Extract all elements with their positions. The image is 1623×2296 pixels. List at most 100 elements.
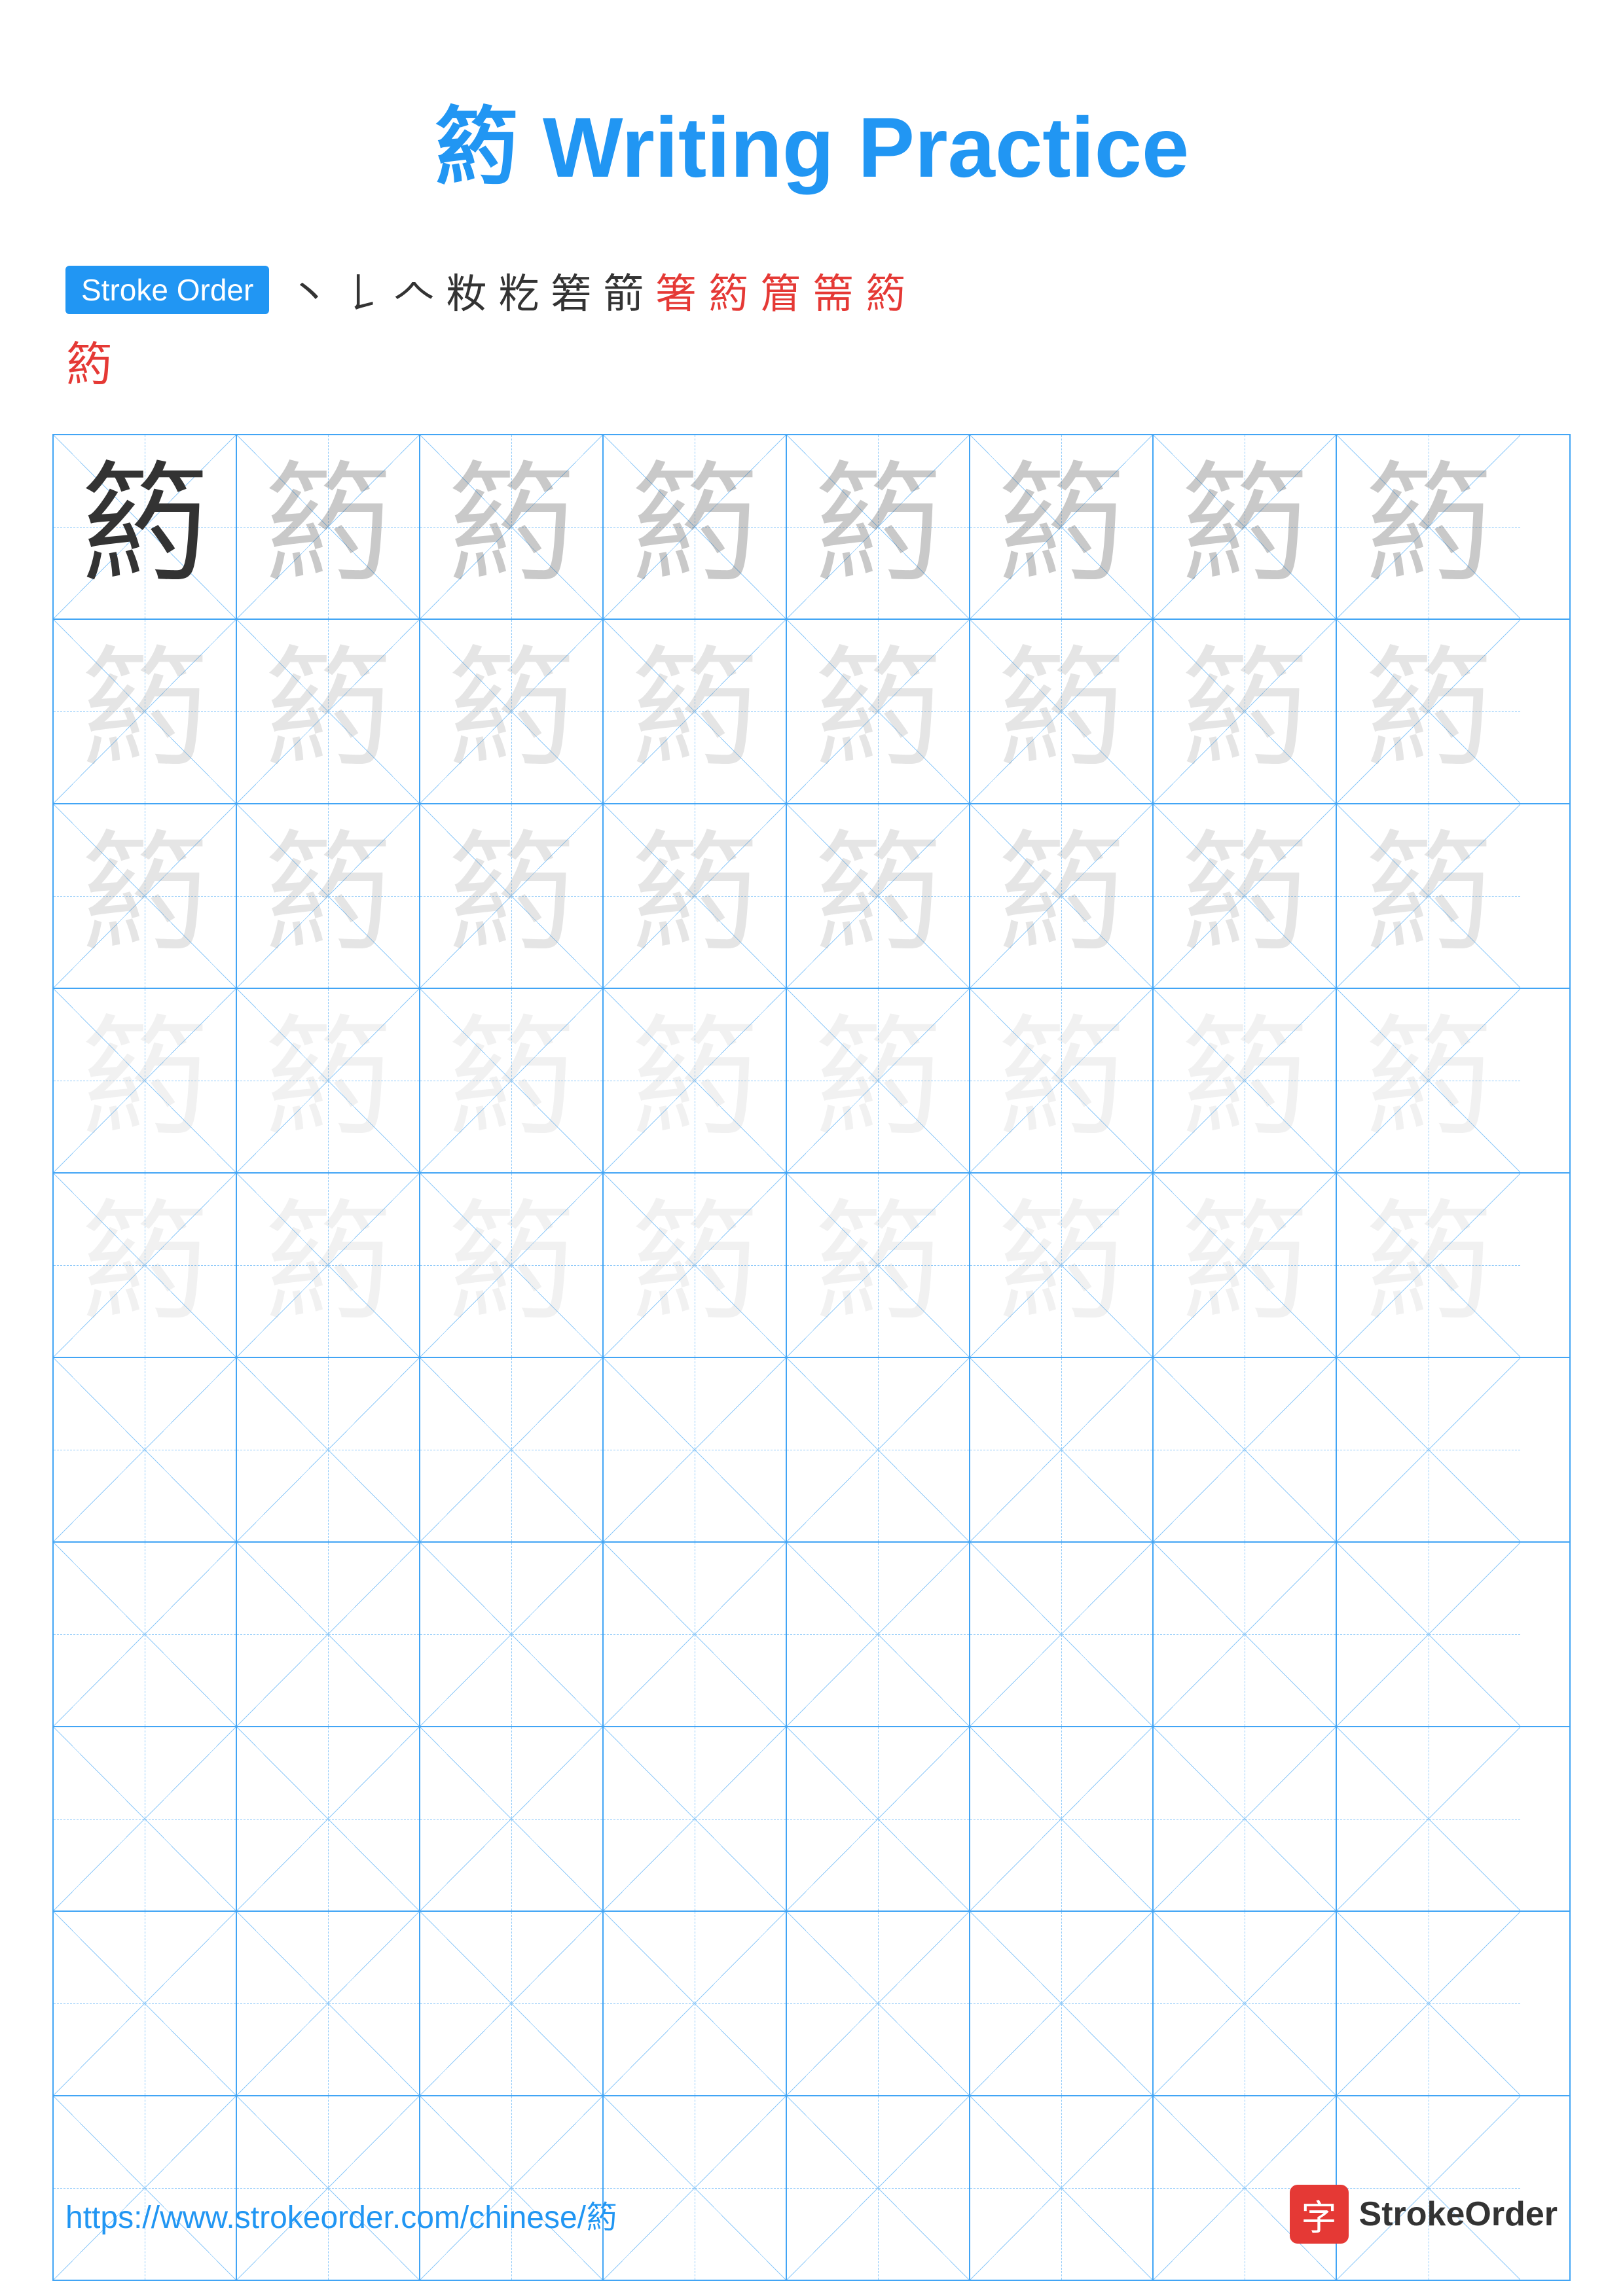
logo-icon: 字 bbox=[1290, 2185, 1349, 2244]
grid-cell-5-5[interactable]: 箹 bbox=[787, 1174, 970, 1357]
grid-cell-3-8[interactable]: 箹 bbox=[1337, 804, 1520, 988]
grid-cell-2-1[interactable]: 箹 bbox=[54, 620, 237, 803]
grid-cell-7-6[interactable] bbox=[970, 1543, 1154, 1726]
grid-cell-5-7[interactable]: 箹 bbox=[1154, 1174, 1337, 1357]
page-title: 箹 Writing Practice bbox=[434, 99, 1189, 195]
grid-cell-3-6[interactable]: 箹 bbox=[970, 804, 1154, 988]
grid-cell-9-5[interactable] bbox=[787, 1912, 970, 2095]
char-display: 箹 bbox=[629, 1015, 760, 1146]
grid-cell-4-7[interactable]: 箹 bbox=[1154, 989, 1337, 1172]
grid-cell-8-7[interactable] bbox=[1154, 1727, 1337, 1910]
grid-cell-2-3[interactable]: 箹 bbox=[420, 620, 604, 803]
grid-cell-7-8[interactable] bbox=[1337, 1543, 1520, 1726]
grid-cell-6-1[interactable] bbox=[54, 1358, 237, 1541]
grid-cell-5-1[interactable]: 箹 bbox=[54, 1174, 237, 1357]
grid-cell-3-3[interactable]: 箹 bbox=[420, 804, 604, 988]
grid-cell-6-6[interactable] bbox=[970, 1358, 1154, 1541]
char-display: 箹 bbox=[263, 1015, 393, 1146]
grid-cell-3-5[interactable]: 箹 bbox=[787, 804, 970, 988]
grid-cell-4-1[interactable]: 箹 bbox=[54, 989, 237, 1172]
grid-cell-9-4[interactable] bbox=[604, 1912, 787, 2095]
grid-cell-6-7[interactable] bbox=[1154, 1358, 1337, 1541]
grid-cell-1-5[interactable]: 箹 bbox=[787, 435, 970, 619]
char-display: 箹 bbox=[446, 461, 577, 592]
stroke-11: 篅 bbox=[812, 260, 853, 319]
grid-cell-4-2[interactable]: 箹 bbox=[237, 989, 420, 1172]
grid-cell-8-4[interactable] bbox=[604, 1727, 787, 1910]
grid-cell-8-2[interactable] bbox=[237, 1727, 420, 1910]
grid-cell-5-2[interactable]: 箹 bbox=[237, 1174, 420, 1357]
grid-cell-3-1[interactable]: 箹 bbox=[54, 804, 237, 988]
grid-cell-4-8[interactable]: 箹 bbox=[1337, 989, 1520, 1172]
char-display: 箹 bbox=[446, 646, 577, 777]
char-display: 箹 bbox=[1179, 646, 1310, 777]
grid-cell-2-2[interactable]: 箹 bbox=[237, 620, 420, 803]
grid-cell-8-3[interactable] bbox=[420, 1727, 604, 1910]
grid-cell-7-4[interactable] bbox=[604, 1543, 787, 1726]
grid-cell-6-2[interactable] bbox=[237, 1358, 420, 1541]
grid-cell-9-3[interactable] bbox=[420, 1912, 604, 2095]
practice-grid: 箹 箹 箹 箹 箹 箹 箹 箹 bbox=[52, 434, 1571, 2281]
char-display: 箹 bbox=[996, 646, 1127, 777]
grid-cell-1-1[interactable]: 箹 bbox=[54, 435, 237, 619]
char-display: 箹 bbox=[996, 1015, 1127, 1146]
grid-cell-7-1[interactable] bbox=[54, 1543, 237, 1726]
char-display: 箹 bbox=[1363, 1200, 1494, 1331]
stroke-order-section: Stroke Order 丶 𠄌 𠆢 籹 籺 箬 箭 箸 箹 篃 篅 箹 bbox=[0, 241, 1623, 326]
grid-cell-2-4[interactable]: 箹 bbox=[604, 620, 787, 803]
grid-cell-1-6[interactable]: 箹 bbox=[970, 435, 1154, 619]
char-display: 箹 bbox=[446, 1200, 577, 1331]
grid-cell-6-8[interactable] bbox=[1337, 1358, 1520, 1541]
grid-cell-4-6[interactable]: 箹 bbox=[970, 989, 1154, 1172]
grid-cell-1-3[interactable]: 箹 bbox=[420, 435, 604, 619]
grid-cell-2-8[interactable]: 箹 bbox=[1337, 620, 1520, 803]
char-display: 箹 bbox=[1363, 461, 1494, 592]
grid-cell-5-3[interactable]: 箹 bbox=[420, 1174, 604, 1357]
grid-cell-5-6[interactable]: 箹 bbox=[970, 1174, 1154, 1357]
stroke-12: 箹 bbox=[865, 260, 905, 319]
grid-cell-6-3[interactable] bbox=[420, 1358, 604, 1541]
grid-cell-4-3[interactable]: 箹 bbox=[420, 989, 604, 1172]
grid-cell-9-8[interactable] bbox=[1337, 1912, 1520, 2095]
grid-cell-9-1[interactable] bbox=[54, 1912, 237, 2095]
char-display: 箹 bbox=[1179, 831, 1310, 961]
grid-cell-7-2[interactable] bbox=[237, 1543, 420, 1726]
final-char-line: 箹 bbox=[0, 326, 1623, 421]
grid-cell-5-8[interactable]: 箹 bbox=[1337, 1174, 1520, 1357]
grid-cell-1-8[interactable]: 箹 bbox=[1337, 435, 1520, 619]
stroke-9: 箹 bbox=[708, 260, 748, 319]
grid-cell-4-5[interactable]: 箹 bbox=[787, 989, 970, 1172]
grid-cell-3-2[interactable]: 箹 bbox=[237, 804, 420, 988]
grid-cell-8-5[interactable] bbox=[787, 1727, 970, 1910]
grid-cell-4-4[interactable]: 箹 bbox=[604, 989, 787, 1172]
char-display: 箹 bbox=[263, 831, 393, 961]
grid-cell-7-3[interactable] bbox=[420, 1543, 604, 1726]
grid-cell-8-8[interactable] bbox=[1337, 1727, 1520, 1910]
grid-cell-7-5[interactable] bbox=[787, 1543, 970, 1726]
grid-cell-3-7[interactable]: 箹 bbox=[1154, 804, 1337, 988]
grid-cell-9-6[interactable] bbox=[970, 1912, 1154, 2095]
grid-cell-9-2[interactable] bbox=[237, 1912, 420, 2095]
grid-cell-8-6[interactable] bbox=[970, 1727, 1154, 1910]
stroke-2: 𠄌 bbox=[341, 260, 382, 319]
stroke-7: 箭 bbox=[603, 260, 644, 319]
grid-cell-6-5[interactable] bbox=[787, 1358, 970, 1541]
footer-url[interactable]: https://www.strokeorder.com/chinese/箹 bbox=[65, 2191, 617, 2237]
grid-cell-6-4[interactable] bbox=[604, 1358, 787, 1541]
stroke-chars: 丶 𠄌 𠆢 籹 籺 箬 箭 箸 箹 篃 篅 箹 bbox=[276, 260, 905, 319]
grid-cell-3-4[interactable]: 箹 bbox=[604, 804, 787, 988]
grid-cell-9-7[interactable] bbox=[1154, 1912, 1337, 2095]
grid-cell-2-5[interactable]: 箹 bbox=[787, 620, 970, 803]
grid-cell-5-4[interactable]: 箹 bbox=[604, 1174, 787, 1357]
grid-cell-2-7[interactable]: 箹 bbox=[1154, 620, 1337, 803]
grid-cell-1-4[interactable]: 箹 bbox=[604, 435, 787, 619]
grid-cell-1-7[interactable]: 箹 bbox=[1154, 435, 1337, 619]
grid-row-7 bbox=[54, 1543, 1569, 1727]
grid-cell-7-7[interactable] bbox=[1154, 1543, 1337, 1726]
grid-cell-1-2[interactable]: 箹 bbox=[237, 435, 420, 619]
stroke-8: 箸 bbox=[655, 260, 696, 319]
char-display: 箹 bbox=[996, 1200, 1127, 1331]
grid-cell-2-6[interactable]: 箹 bbox=[970, 620, 1154, 803]
grid-cell-8-1[interactable] bbox=[54, 1727, 237, 1910]
char-display: 箹 bbox=[263, 1200, 393, 1331]
